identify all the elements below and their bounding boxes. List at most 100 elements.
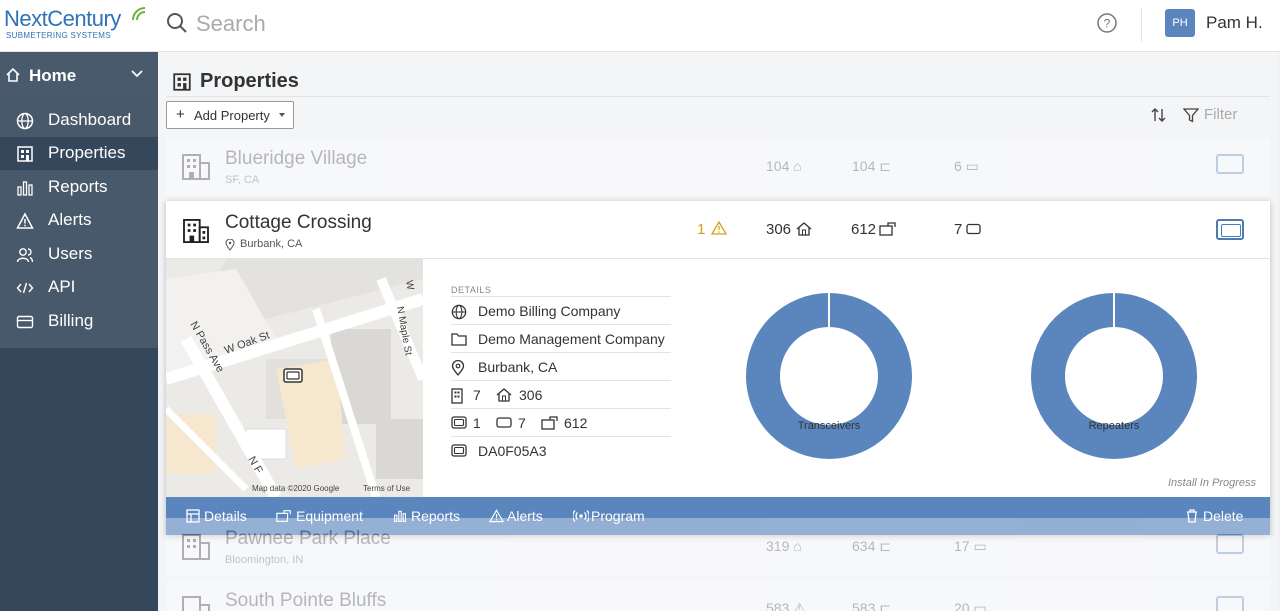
meter-count: 583 ⊏ xyxy=(852,600,891,611)
meter-icon xyxy=(879,222,896,236)
detail-management-company: Demo Management Company xyxy=(451,324,671,352)
meter-count: 612 xyxy=(564,415,588,431)
meter-count-value: 583 xyxy=(852,600,876,611)
detail-text[interactable]: DA0F05A3 xyxy=(478,443,546,459)
location-pin-icon xyxy=(225,239,235,251)
sidebar-item-billing[interactable]: Billing xyxy=(0,305,158,338)
location-pin-icon xyxy=(451,360,465,376)
warning-icon xyxy=(16,212,34,229)
detail-billing-company: Demo Billing Company xyxy=(451,296,671,324)
gateway-count: 17 ▭ xyxy=(954,538,987,554)
donut-label: Transceivers xyxy=(797,420,861,432)
sidebar-item-label: Dashboard xyxy=(48,110,132,129)
property-name: Blueridge Village xyxy=(225,148,368,169)
gateway-count: 20 ▭ xyxy=(954,600,987,611)
property-map[interactable]: W Oak St N Pass Ave N Maple St W N F xyxy=(166,259,423,497)
building-icon xyxy=(451,388,463,404)
filter-icon[interactable] xyxy=(1183,108,1199,123)
gateway-icon[interactable] xyxy=(1216,219,1244,240)
sidebar-item-dashboard[interactable]: Dashboard xyxy=(0,104,158,137)
gateway-small-icon xyxy=(966,223,981,235)
avatar[interactable]: PH xyxy=(1165,9,1195,37)
gateway-count: 1 xyxy=(473,415,481,431)
unit-count: 319 ⌂ xyxy=(766,538,802,554)
map-terms-link[interactable]: Terms of Use xyxy=(363,484,410,493)
detail-gateway-id: DA0F05A3 xyxy=(451,436,671,464)
sort-icon[interactable] xyxy=(1150,106,1168,124)
brand-name: NextCentury xyxy=(4,6,121,31)
building-icon xyxy=(17,146,33,162)
sidebar-item-users[interactable]: Users xyxy=(0,238,158,271)
detail-text[interactable]: Demo Billing Company xyxy=(478,303,620,319)
sidebar-item-label: Properties xyxy=(48,143,126,162)
donut-label: Repeaters xyxy=(1088,420,1140,432)
gateway-count-value: 17 xyxy=(954,538,970,554)
meter-count: 634 ⊏ xyxy=(852,538,891,554)
gateway-icon[interactable] xyxy=(1216,534,1244,554)
details-label: DETAILS xyxy=(451,285,492,295)
help-icon[interactable]: ? xyxy=(1096,12,1118,34)
main-content: Properties + Add Property Filter Bluerid… xyxy=(158,52,1278,611)
unit-count-value: 583 xyxy=(766,600,790,611)
property-location: Burbank, CA xyxy=(240,238,303,250)
detail-text[interactable]: Demo Management Company xyxy=(478,331,665,347)
gateway-icon[interactable] xyxy=(1216,154,1244,174)
alert-count[interactable]: 1 xyxy=(697,221,705,238)
property-row[interactable]: South Pointe Bluffs 583 ⚠ 583 ⊏ 20 ▭ xyxy=(166,580,1270,611)
users-icon xyxy=(16,248,34,263)
globe-icon xyxy=(16,112,34,130)
unit-count: 306 xyxy=(766,221,792,238)
search-icon xyxy=(167,13,187,33)
top-divider xyxy=(1141,8,1142,42)
building-icon xyxy=(183,219,209,243)
meter-count: 104 ⊏ xyxy=(852,158,891,174)
add-property-label: Add Property xyxy=(194,108,270,123)
sidebar-item-label: Users xyxy=(48,244,93,263)
unit-count-value: 319 xyxy=(766,538,790,554)
add-property-button[interactable]: + Add Property xyxy=(166,101,294,129)
repeater-count: 7 xyxy=(518,415,526,431)
home-icon xyxy=(496,388,512,402)
detail-equipment: 1 7 612 xyxy=(451,408,671,436)
sidebar-item-reports[interactable]: Reports xyxy=(0,171,158,204)
warning-icon xyxy=(711,221,727,235)
chevron-down-icon xyxy=(131,70,143,78)
gateway-count-value: 20 xyxy=(954,600,970,611)
sidebar-item-properties[interactable]: Properties xyxy=(0,137,158,170)
caret-down-icon xyxy=(279,113,285,117)
sidebar-home-toggle[interactable]: Home xyxy=(0,52,158,98)
user-name[interactable]: Pam H. xyxy=(1206,13,1263,33)
brand-tagline: SUBMETERING SYSTEMS xyxy=(6,31,111,40)
meter-count: 612 xyxy=(851,221,877,238)
sidebar-item-alerts[interactable]: Alerts xyxy=(0,204,158,237)
svg-text:?: ? xyxy=(1104,17,1111,31)
unit-count: 583 ⚠ xyxy=(766,600,806,611)
property-location: Bloomington, IN xyxy=(225,554,304,566)
repeaters-donut xyxy=(1031,292,1197,459)
gateway-icon[interactable] xyxy=(1216,596,1244,611)
sidebar-item-label: Reports xyxy=(48,177,108,196)
unit-count-value: 104 xyxy=(766,158,790,174)
donut-value: 7 xyxy=(1110,484,1118,496)
meter-count-value: 104 xyxy=(852,158,876,174)
property-row[interactable]: Pawnee Park Place Bloomington, IN 319 ⌂ … xyxy=(166,518,1270,576)
search-input[interactable] xyxy=(196,8,596,40)
property-name: South Pointe Bluffs xyxy=(225,590,387,611)
building-icon xyxy=(182,596,210,611)
meter-count-value: 634 xyxy=(852,538,876,554)
map-credit: Map data ©2020 Google xyxy=(252,484,340,493)
credit-card-icon xyxy=(16,315,34,329)
detail-text: Burbank, CA xyxy=(478,359,558,375)
brand-logo[interactable]: NextCentury SUBMETERING SYSTEMS xyxy=(4,6,152,46)
sidebar-home-label: Home xyxy=(29,66,77,85)
filter-button[interactable]: Filter xyxy=(1204,106,1237,123)
detail-location: Burbank, CA xyxy=(451,352,671,380)
sidebar-item-api[interactable]: API xyxy=(0,271,158,304)
map-graphic: W Oak St N Pass Ave N Maple St W N F xyxy=(166,259,423,497)
repeater-icon xyxy=(496,417,512,428)
gateway-count-value: 6 xyxy=(954,158,962,174)
folder-icon xyxy=(451,333,467,346)
property-row[interactable]: Blueridge Village SF, CA 104 ⌂ 104 ⊏ 6 ▭ xyxy=(166,138,1270,196)
gateway-count: 6 ▭ xyxy=(954,158,979,174)
property-name[interactable]: Cottage Crossing xyxy=(225,212,372,234)
